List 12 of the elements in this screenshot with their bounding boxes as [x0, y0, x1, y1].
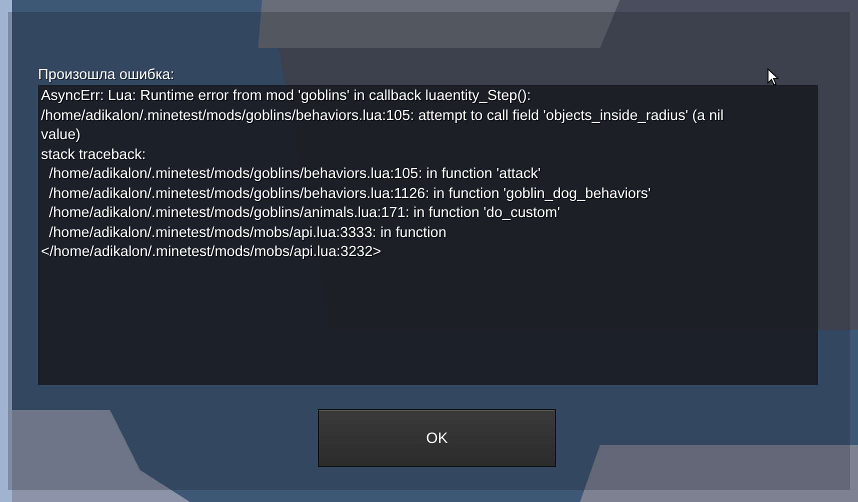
error-text-line: /home/adikalon/.minetest/mods/mobs/api.lua:3333: in function	[48, 224, 448, 242]
error-text-line: /home/adikalon/.minetest/mods/goblins/behaviors.lua:105: in function 'attack'	[48, 165, 542, 184]
error-text-line: value)	[41, 126, 82, 145]
error-text-line: AsyncErr: Lua: Runtime error from mod 'goblins' in callback luaentity_Step():	[41, 87, 532, 106]
error-text-line: </home/adikalon/.minetest/mods/mobs/api.lua:3232>	[41, 243, 382, 262]
error-text-line: stack traceback:	[41, 146, 147, 164]
error-heading: Произошла ошибка:	[38, 66, 174, 85]
error-text-line: /home/adikalon/.minetest/mods/goblins/animals.lua:171: in function 'do_custom'	[48, 204, 561, 223]
error-text-line: /home/adikalon/.minetest/mods/goblins/behaviors.lua:1126: in function 'goblin_dog_behaviors'	[48, 184, 652, 204]
mouse-pointer-icon	[767, 68, 779, 86]
error-text-line: /home/adikalon/.minetest/mods/goblins/behaviors.lua:105: attempt to call field 'objects_inside_radius' (a nil	[41, 106, 725, 126]
ok-button[interactable]: OK	[318, 409, 556, 467]
